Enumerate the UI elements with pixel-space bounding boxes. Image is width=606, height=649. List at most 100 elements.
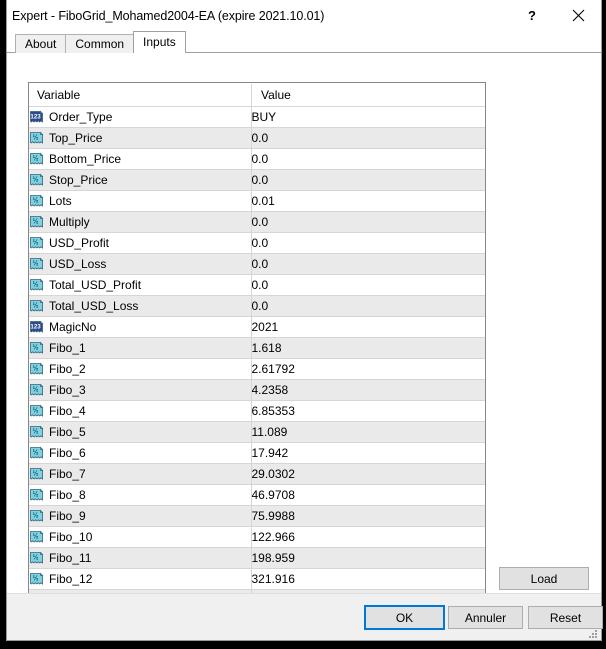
- inputs-grid[interactable]: Variable Value 123Order_TypeBUY½Top_Pric…: [28, 82, 486, 616]
- variable-cell: ½Fibo_11: [29, 548, 251, 569]
- variable-cell: ½ USD_Profit: [29, 233, 251, 254]
- float-half-icon: ½: [29, 173, 44, 188]
- table-row[interactable]: ½Total_USD_Loss0.0: [29, 296, 485, 317]
- tab-about[interactable]: About: [15, 34, 66, 53]
- column-header-value[interactable]: Value: [251, 83, 485, 107]
- cancel-button[interactable]: Annuler: [448, 606, 523, 629]
- variable-cell: ½Fibo_4: [29, 401, 251, 422]
- variable-name: Fibo_4: [44, 404, 86, 418]
- value-cell[interactable]: 0.0: [251, 275, 485, 296]
- variable-name: Fibo_10: [44, 530, 92, 544]
- svg-text:½: ½: [33, 427, 39, 435]
- ok-button[interactable]: OK: [364, 605, 445, 630]
- variable-cell: ½Top_Price: [29, 128, 251, 149]
- value-cell[interactable]: 29.0302: [251, 464, 485, 485]
- float-half-icon: ½: [29, 278, 44, 293]
- value-cell[interactable]: 198.959: [251, 548, 485, 569]
- variable-name: MagicNo: [44, 320, 96, 334]
- table-row[interactable]: ½Top_Price0.0: [29, 128, 485, 149]
- table-row[interactable]: ½Fibo_10 122.966: [29, 527, 485, 548]
- table-row[interactable]: 123Order_TypeBUY: [29, 107, 485, 128]
- table-row[interactable]: ½Fibo_729.0302: [29, 464, 485, 485]
- value-cell[interactable]: 0.0: [251, 254, 485, 275]
- expert-properties-dialog: Expert - FiboGrid_Mohamed2004-EA (expire…: [6, 0, 602, 641]
- column-header-variable[interactable]: Variable: [29, 83, 251, 107]
- value-cell[interactable]: 321.916: [251, 569, 485, 590]
- close-button[interactable]: [555, 0, 601, 31]
- table-row[interactable]: ½Fibo_511.089: [29, 422, 485, 443]
- svg-text:½: ½: [33, 238, 39, 246]
- value-cell[interactable]: BUY: [251, 107, 485, 128]
- variable-cell: ½Total_USD_Loss: [29, 296, 251, 317]
- reset-button[interactable]: Reset: [528, 606, 603, 629]
- table-row[interactable]: ½Stop_Price 0.0: [29, 170, 485, 191]
- float-half-icon: ½: [29, 530, 44, 545]
- help-button[interactable]: ?: [509, 0, 555, 31]
- variable-name: Fibo_2: [44, 362, 86, 376]
- value-cell[interactable]: 0.0: [251, 212, 485, 233]
- float-half-icon: ½: [29, 572, 44, 587]
- variable-cell: ½Fibo_3: [29, 380, 251, 401]
- value-cell[interactable]: 0.0: [251, 149, 485, 170]
- dialog-button-bar: OK Annuler Reset: [7, 593, 601, 640]
- float-half-icon: ½: [29, 236, 44, 251]
- value-cell[interactable]: 0.0: [251, 233, 485, 254]
- table-row[interactable]: ½ Fibo_8 46.9708: [29, 485, 485, 506]
- value-cell[interactable]: 17.942: [251, 443, 485, 464]
- table-row[interactable]: ½ Fibo_2 2.61792: [29, 359, 485, 380]
- inputs-tab-panel: Variable Value 123Order_TypeBUY½Top_Pric…: [7, 52, 601, 593]
- value-cell[interactable]: 0.01: [251, 191, 485, 212]
- table-row[interactable]: ½Fibo_46.85353: [29, 401, 485, 422]
- table-row[interactable]: ½Lots0.01: [29, 191, 485, 212]
- table-row[interactable]: ½Fibo_34.2358: [29, 380, 485, 401]
- table-row[interactable]: ½USD_Loss0.0: [29, 254, 485, 275]
- resize-grip[interactable]: [587, 627, 599, 639]
- table-row[interactable]: ½Fibo_975.9988: [29, 506, 485, 527]
- variable-name: USD_Profit: [44, 236, 109, 250]
- float-half-icon: ½: [29, 425, 44, 440]
- float-half-icon: ½: [29, 446, 44, 461]
- variable-name: Lots: [44, 194, 72, 208]
- value-cell[interactable]: 2021: [251, 317, 485, 338]
- value-cell[interactable]: 0.0: [251, 128, 485, 149]
- value-cell[interactable]: 0.0: [251, 170, 485, 191]
- variable-cell: ½ Fibo_8: [29, 485, 251, 506]
- title-bar: Expert - FiboGrid_Mohamed2004-EA (expire…: [7, 0, 601, 31]
- value-cell[interactable]: 4.2358: [251, 380, 485, 401]
- variable-name: Fibo_6: [44, 446, 86, 460]
- float-half-icon: ½: [29, 383, 44, 398]
- table-row[interactable]: ½Fibo_6 17.942: [29, 443, 485, 464]
- variable-name: Order_Type: [44, 110, 112, 124]
- value-cell[interactable]: 46.9708: [251, 485, 485, 506]
- float-half-icon: ½: [29, 299, 44, 314]
- table-row[interactable]: ½Multiply0.0: [29, 212, 485, 233]
- table-row[interactable]: ½Fibo_11.618: [29, 338, 485, 359]
- variable-cell: ½Lots: [29, 191, 251, 212]
- table-row[interactable]: ½ USD_Profit 0.0: [29, 233, 485, 254]
- svg-text:123: 123: [30, 323, 41, 330]
- table-row[interactable]: 123MagicNo 2021: [29, 317, 485, 338]
- variable-name: Top_Price: [44, 131, 102, 145]
- table-row[interactable]: ½Bottom_Price0.0: [29, 149, 485, 170]
- svg-text:½: ½: [33, 490, 39, 498]
- value-cell[interactable]: 1.618: [251, 338, 485, 359]
- variable-cell: ½Multiply: [29, 212, 251, 233]
- load-button[interactable]: Load: [499, 567, 589, 590]
- table-row[interactable]: ½Total_USD_Profit0.0: [29, 275, 485, 296]
- value-cell[interactable]: 122.966: [251, 527, 485, 548]
- value-cell[interactable]: 6.85353: [251, 401, 485, 422]
- table-row[interactable]: ½Fibo_12321.916: [29, 569, 485, 590]
- float-half-icon: ½: [29, 362, 44, 377]
- svg-text:½: ½: [33, 364, 39, 372]
- value-cell[interactable]: 2.61792: [251, 359, 485, 380]
- variable-name: Stop_Price: [44, 173, 108, 187]
- variable-name: Fibo_8: [44, 488, 86, 502]
- tab-common[interactable]: Common: [65, 34, 134, 53]
- value-cell[interactable]: 11.089: [251, 422, 485, 443]
- value-cell[interactable]: 75.9988: [251, 506, 485, 527]
- table-row[interactable]: ½Fibo_11198.959: [29, 548, 485, 569]
- svg-text:½: ½: [33, 511, 39, 519]
- tab-inputs[interactable]: Inputs: [133, 31, 186, 53]
- variable-cell: 123Order_Type: [29, 107, 251, 128]
- value-cell[interactable]: 0.0: [251, 296, 485, 317]
